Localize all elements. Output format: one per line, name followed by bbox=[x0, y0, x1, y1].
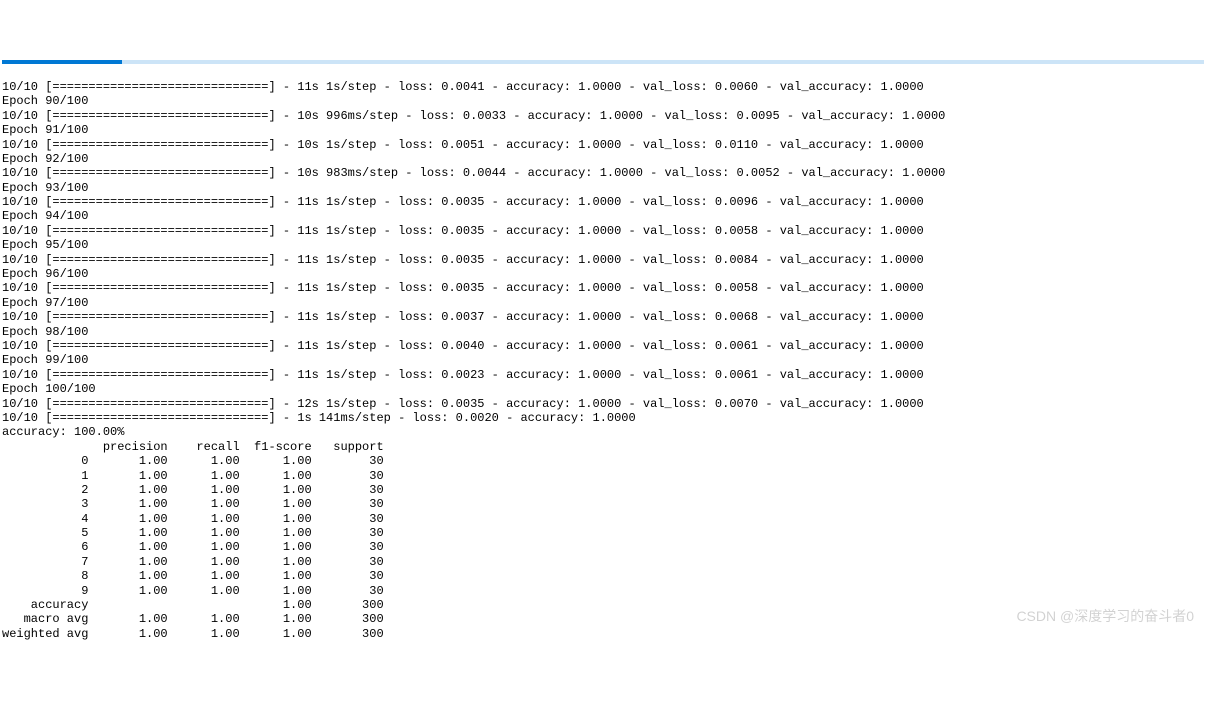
epoch-progress-line: 10/10 [==============================] -… bbox=[2, 80, 1204, 94]
console-output: 10/10 [==============================] -… bbox=[2, 80, 1204, 641]
epoch-progress-line: 10/10 [==============================] -… bbox=[2, 281, 1204, 295]
report-row: 9 1.00 1.00 1.00 30 bbox=[2, 584, 1204, 598]
epoch-label: Epoch 90/100 bbox=[2, 94, 1204, 108]
watermark-text: CSDN @深度学习的奋斗者0 bbox=[1016, 608, 1194, 625]
epoch-progress-line: 10/10 [==============================] -… bbox=[2, 310, 1204, 324]
report-row: 0 1.00 1.00 1.00 30 bbox=[2, 454, 1204, 468]
report-row: 8 1.00 1.00 1.00 30 bbox=[2, 569, 1204, 583]
accuracy-line: accuracy: 100.00% bbox=[2, 425, 1204, 439]
epoch-progress-line: 10/10 [==============================] -… bbox=[2, 166, 1204, 180]
epoch-label: Epoch 100/100 bbox=[2, 382, 1204, 396]
epoch-label: Epoch 98/100 bbox=[2, 325, 1204, 339]
epoch-progress-line: 10/10 [==============================] -… bbox=[2, 138, 1204, 152]
epoch-progress-line: 10/10 [==============================] -… bbox=[2, 253, 1204, 267]
epoch-label: Epoch 95/100 bbox=[2, 238, 1204, 252]
epoch-label: Epoch 97/100 bbox=[2, 296, 1204, 310]
epoch-progress-line: 10/10 [==============================] -… bbox=[2, 397, 1204, 411]
report-row: 2 1.00 1.00 1.00 30 bbox=[2, 483, 1204, 497]
report-row: 7 1.00 1.00 1.00 30 bbox=[2, 555, 1204, 569]
epoch-label: Epoch 96/100 bbox=[2, 267, 1204, 281]
window-top-bar bbox=[2, 60, 1204, 64]
eval-line: 10/10 [==============================] -… bbox=[2, 411, 1204, 425]
epoch-label: Epoch 91/100 bbox=[2, 123, 1204, 137]
epoch-label: Epoch 93/100 bbox=[2, 181, 1204, 195]
report-row: 3 1.00 1.00 1.00 30 bbox=[2, 497, 1204, 511]
epoch-progress-line: 10/10 [==============================] -… bbox=[2, 195, 1204, 209]
report-row: 5 1.00 1.00 1.00 30 bbox=[2, 526, 1204, 540]
epoch-progress-line: 10/10 [==============================] -… bbox=[2, 109, 1204, 123]
epoch-progress-line: 10/10 [==============================] -… bbox=[2, 339, 1204, 353]
report-summary-row: weighted avg 1.00 1.00 1.00 300 bbox=[2, 627, 1204, 641]
epoch-progress-line: 10/10 [==============================] -… bbox=[2, 224, 1204, 238]
report-row: 4 1.00 1.00 1.00 30 bbox=[2, 512, 1204, 526]
report-header: precision recall f1-score support bbox=[2, 440, 1204, 454]
epoch-label: Epoch 99/100 bbox=[2, 353, 1204, 367]
report-row: 6 1.00 1.00 1.00 30 bbox=[2, 540, 1204, 554]
epoch-label: Epoch 92/100 bbox=[2, 152, 1204, 166]
epoch-label: Epoch 94/100 bbox=[2, 209, 1204, 223]
epoch-progress-line: 10/10 [==============================] -… bbox=[2, 368, 1204, 382]
report-row: 1 1.00 1.00 1.00 30 bbox=[2, 469, 1204, 483]
